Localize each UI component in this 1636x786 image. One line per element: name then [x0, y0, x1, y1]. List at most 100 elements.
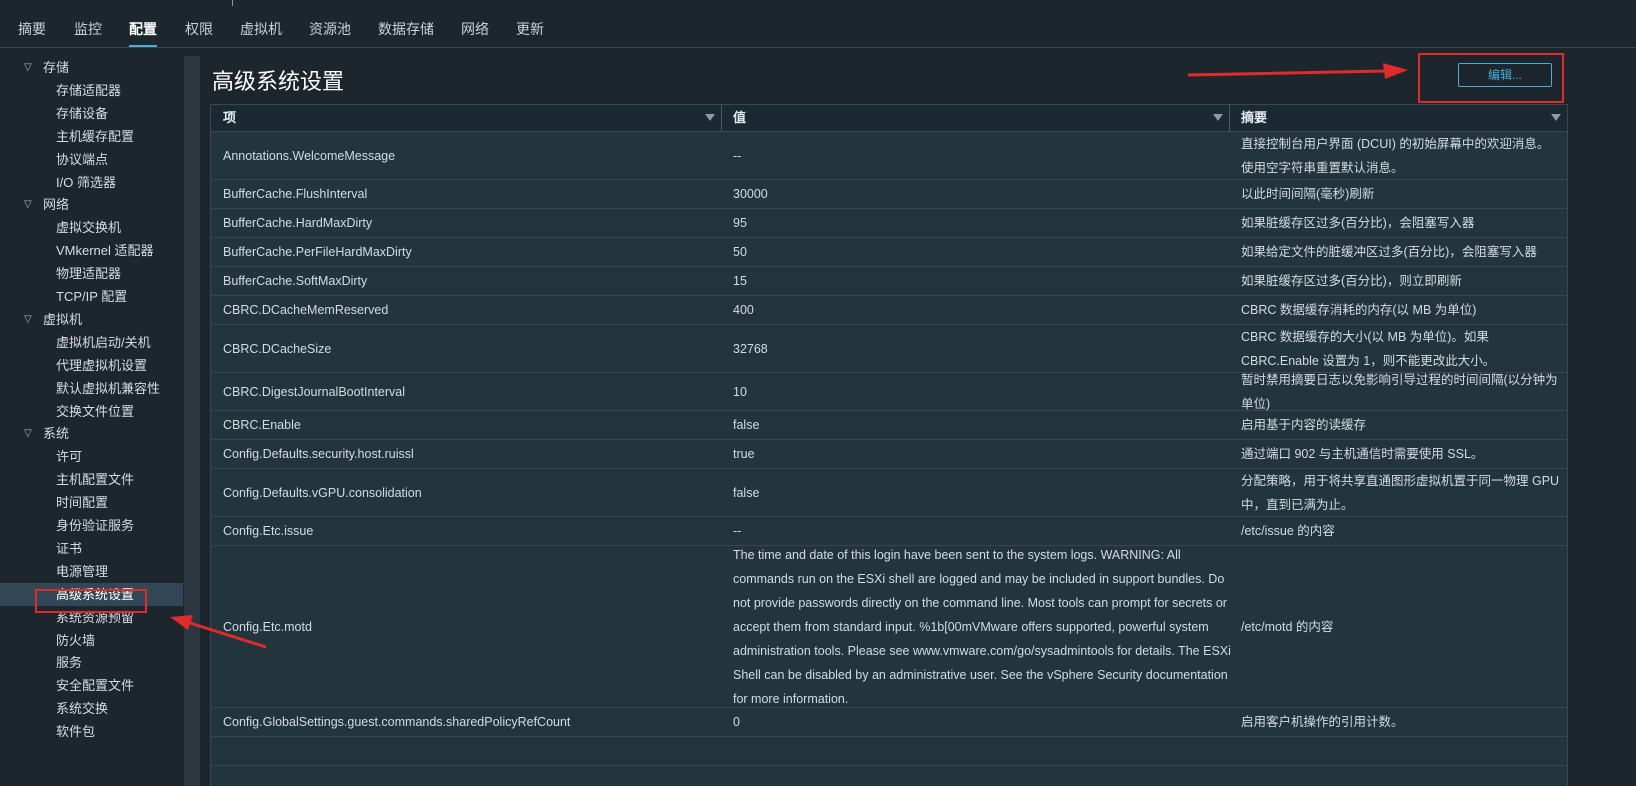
sidebar-item-label: TCP/IP 配置: [56, 289, 128, 304]
sidebar-item[interactable]: 默认虚拟机兼容性: [0, 377, 183, 400]
sidebar-item-label: 系统资源预留: [56, 609, 135, 625]
sidebar-item[interactable]: 时间配置: [0, 491, 183, 514]
sidebar-item-label: 高级系统设置: [56, 586, 135, 602]
sidebar-item[interactable]: 防火墙: [0, 629, 183, 652]
table-row[interactable]: Config.GlobalSettings.guest.commands.sha…: [211, 708, 1567, 737]
tab-resource-pools[interactable]: 资源池: [309, 21, 351, 48]
table-row[interactable]: BufferCache.HardMaxDirty 95 如果脏缓存区过多(百分比)，…: [211, 209, 1567, 238]
chevron-down-icon[interactable]: ▽: [24, 308, 32, 331]
sidebar-item-label: 时间配置: [56, 495, 109, 511]
sidebar-item[interactable]: 主机配置文件: [0, 468, 183, 491]
table-row[interactable]: BufferCache.FlushInterval 30000 以此时间间隔(毫秒)…: [211, 180, 1567, 209]
table-row[interactable]: Annotations.WelcomeMessage -- 直接控制台用户界面 (D…: [211, 132, 1567, 180]
table-row[interactable]: [211, 737, 1567, 766]
setting-summary-cell: 直接控制台用户界面 (DCUI) 的初始屏幕中的欢迎消息。使用空字符串重置默认消…: [1241, 136, 1550, 175]
sidebar-item[interactable]: I/O 筛选器: [0, 171, 183, 194]
sidebar-item-label: 协议端点: [56, 151, 109, 167]
sidebar-item[interactable]: 虚拟交换机: [0, 216, 183, 239]
setting-summary-cell: 如果脏缓存区过多(百分比)，则立即刷新: [1241, 274, 1462, 288]
sidebar-item[interactable]: 主机缓存配置: [0, 125, 183, 148]
tab-vms[interactable]: 虚拟机: [240, 21, 282, 48]
setting-value-cell: 95: [733, 216, 747, 230]
sidebar-item-label: 服务: [56, 655, 83, 671]
tab-updates[interactable]: 更新: [516, 21, 544, 48]
sidebar-item-label: 存储适配器: [56, 82, 122, 98]
table-row[interactable]: Config.Etc.motd The time and date of this…: [211, 546, 1567, 708]
sidebar-item[interactable]: 服务: [0, 651, 183, 674]
table-row[interactable]: CBRC.Enable false 启用基于内容的读缓存: [211, 411, 1567, 440]
tab-summary[interactable]: 摘要: [18, 21, 46, 48]
chevron-down-icon[interactable]: ▽: [24, 56, 32, 79]
setting-key-cell: CBRC.DCacheMemReserved: [223, 303, 389, 317]
setting-key-cell: Config.Defaults.security.host.ruissl: [223, 447, 414, 461]
table-row[interactable]: Config.Defaults.vGPU.consolidation false 分…: [211, 469, 1567, 517]
sidebar-item[interactable]: 虚拟机启动/关机: [0, 331, 183, 354]
sidebar-item[interactable]: 交换文件位置: [0, 400, 183, 423]
table-row[interactable]: CBRC.DCacheMemReserved 400 CBRC 数据缓存消耗的内存(…: [211, 296, 1567, 325]
sidebar-item[interactable]: 系统交换: [0, 697, 183, 720]
sidebar-item-label: 安全配置文件: [56, 678, 135, 694]
setting-value-cell: 50: [733, 245, 747, 259]
setting-value-cell: 30000: [733, 187, 768, 201]
sidebar-item-label: 主机缓存配置: [56, 128, 135, 144]
setting-summary-cell: CBRC 数据缓存的大小(以 MB 为单位)。如果 CBRC.Enable 设置…: [1241, 329, 1496, 368]
filter-icon[interactable]: [1213, 114, 1223, 121]
table-row[interactable]: CBRC.DCacheSize 32768 CBRC 数据缓存的大小(以 MB 为单…: [211, 325, 1567, 373]
sidebar-group[interactable]: ▽ 系统: [0, 422, 183, 445]
setting-value-cell: 10: [733, 384, 747, 399]
setting-value-cell: true: [733, 447, 755, 461]
setting-summary-cell: 启用客户机操作的引用计数。: [1241, 715, 1404, 729]
sidebar-item-label: VMkernel 适配器: [56, 243, 154, 259]
column-header-summary[interactable]: 摘要: [1229, 105, 1567, 131]
sidebar-item[interactable]: TCP/IP 配置: [0, 285, 183, 308]
sidebar-item[interactable]: 高级系统设置: [0, 582, 183, 606]
tab-networks[interactable]: 网络: [461, 21, 489, 48]
setting-key-cell: Config.Etc.issue: [223, 524, 314, 538]
sidebar-item[interactable]: 协议端点: [0, 148, 183, 171]
sidebar-item[interactable]: VMkernel 适配器: [0, 239, 183, 262]
sidebar-item[interactable]: 系统资源预留: [0, 606, 183, 629]
sidebar-item-label: 身份验证服务: [56, 518, 135, 533]
sidebar-item[interactable]: 安全配置文件: [0, 674, 183, 697]
table-row[interactable]: CBRC.DigestJournalBootInterval 10 暂时禁用摘要日志…: [211, 373, 1567, 411]
tab-permissions[interactable]: 权限: [185, 21, 213, 48]
sidebar-scrollbar[interactable]: [184, 56, 200, 786]
divider: [232, 0, 233, 6]
table-row[interactable]: BufferCache.SoftMaxDirty 15 如果脏缓存区过多(百分比)，…: [211, 267, 1567, 296]
sidebar-group[interactable]: ▽ 虚拟机: [0, 308, 183, 331]
tab-monitor[interactable]: 监控: [74, 21, 102, 48]
table-row[interactable]: BufferCache.PerFileHardMaxDirty 50 如果给定文件的…: [211, 238, 1567, 267]
tab-datastores[interactable]: 数据存储: [378, 21, 434, 48]
sidebar-item-label: 防火墙: [56, 632, 96, 648]
filter-icon[interactable]: [1551, 114, 1561, 121]
chevron-down-icon[interactable]: ▽: [24, 193, 32, 216]
setting-key-cell: Annotations.WelcomeMessage: [223, 148, 396, 163]
sidebar-item[interactable]: 软件包: [0, 720, 183, 743]
sidebar-item[interactable]: 代理虚拟机设置: [0, 354, 183, 377]
setting-value-cell: false: [733, 418, 760, 432]
sidebar-group[interactable]: ▽ 网络: [0, 193, 183, 216]
sidebar-item[interactable]: 物理适配器: [0, 262, 183, 285]
sidebar-item[interactable]: 证书: [0, 537, 183, 560]
column-header-label: 项: [223, 110, 237, 125]
tab-configure[interactable]: 配置: [129, 21, 157, 48]
chevron-down-icon[interactable]: ▽: [24, 422, 32, 445]
advanced-settings-grid: 项 值 摘要 Annotations.WelcomeMessage -- 直接控制台…: [210, 104, 1568, 786]
setting-value-cell: --: [733, 524, 742, 538]
setting-key-cell: Config.Defaults.vGPU.consolidation: [223, 485, 422, 500]
edit-button[interactable]: 编辑...: [1458, 63, 1552, 87]
column-header-key[interactable]: 项: [211, 105, 721, 131]
sidebar-item[interactable]: 电源管理: [0, 560, 183, 583]
sidebar-group-label: 系统: [43, 426, 70, 442]
sidebar-item[interactable]: 存储设备: [0, 102, 183, 125]
column-header-value[interactable]: 值: [721, 105, 1229, 131]
table-row[interactable]: Config.Defaults.security.host.ruissl true…: [211, 440, 1567, 469]
setting-summary-cell: 启用基于内容的读缓存: [1241, 418, 1367, 432]
sidebar-group[interactable]: ▽ 存储: [0, 56, 183, 79]
setting-key-cell: CBRC.Enable: [223, 418, 301, 432]
sidebar-item[interactable]: 存储适配器: [0, 79, 183, 102]
sidebar-item[interactable]: 许可: [0, 445, 183, 468]
sidebar-item-label: 虚拟机启动/关机: [56, 334, 151, 350]
filter-icon[interactable]: [705, 114, 715, 121]
sidebar-item[interactable]: 身份验证服务: [0, 514, 183, 537]
